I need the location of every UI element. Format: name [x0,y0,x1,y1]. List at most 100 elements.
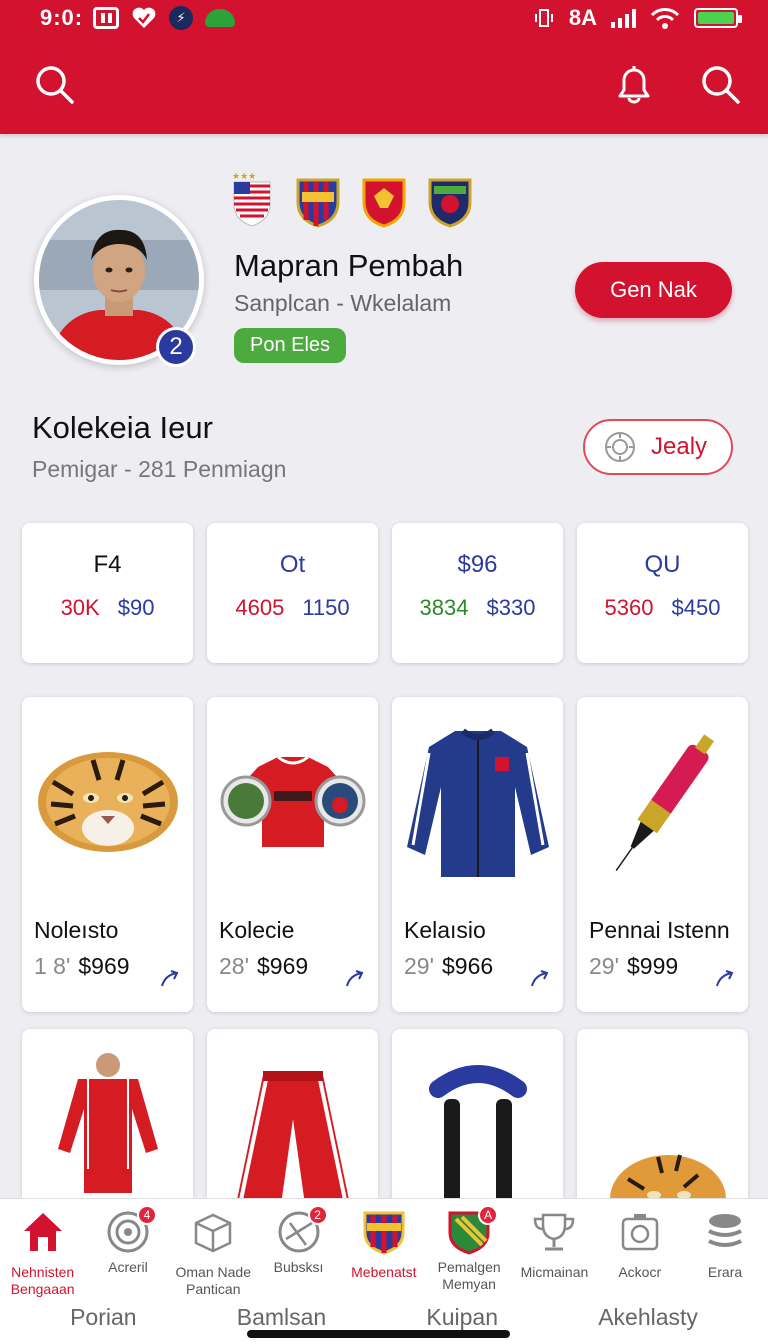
tab-label: Pemalgen Memyan [437,1259,501,1292]
tab-label: Bubsksı [273,1259,324,1275]
stat-title: F4 [93,551,122,578]
stat-value-b: 1150 [302,595,350,620]
stat-value-b: $90 [117,595,155,620]
crest-icon [363,1211,405,1255]
stat-value-a: 4605 [235,595,285,620]
tab-label: Erara [707,1264,743,1280]
stat-card[interactable]: Ot 4605 1150 [207,523,378,663]
bolt-icon: ⚡ [169,6,194,30]
carrier-label: 8A [568,5,597,30]
status-time: 9:0: [40,5,84,30]
club-crest-red-icon [362,178,406,228]
tab-label: Ackocr [618,1264,662,1280]
product-name: Kelaısio [404,917,486,943]
level-badge: 2 [156,327,196,367]
tab-shield[interactable]: A Pemalgen Memyan [426,1199,511,1298]
svg-text:★★★: ★★★ [232,172,256,182]
product-price: $966 [441,953,494,979]
stat-value-a: 5360 [604,595,654,620]
section-link[interactable]: Bamlsan [237,1304,326,1331]
share-arrow-icon[interactable] [529,967,551,989]
section-link[interactable]: Akehlasty [598,1304,698,1331]
product-card[interactable]: Noleısto 1 8' $969 [22,697,193,1012]
pen-icon [615,734,714,871]
stat-value-b: $450 [671,595,721,620]
top-app-bar: 9:0: ⚡ 8A [0,0,768,134]
trophy-icon [534,1213,575,1251]
stat-card[interactable]: QU 5360 $450 [577,523,748,663]
follow-button[interactable]: Gen Nak [575,262,732,318]
red-jersey-icon [220,755,365,847]
club-crest-navy-icon [428,178,472,228]
product-grid: Noleısto 1 8' $969 Kolecie 28' $969 Kela… [22,697,748,1012]
battery-icon [694,8,742,28]
filter-button[interactable]: Jealy [583,419,733,475]
collection-subtitle: Pemigar - 281 Penmiagn [32,456,287,482]
section-link[interactable]: Porian [70,1304,136,1331]
product-price: $969 [256,953,309,979]
collection-title: Kolekeia Ieur [32,410,213,445]
share-arrow-icon[interactable] [159,967,181,989]
product-price: $999 [626,953,679,979]
tiger-head-icon [609,1154,726,1219]
blue-jacket-icon [406,728,549,877]
tab-home[interactable]: Nehnisten Bengaaan [0,1199,85,1298]
product-qty: 29' [404,953,434,979]
tab-stack[interactable]: Erara [682,1199,767,1298]
product-card[interactable]: Kolecie 28' $969 [207,697,378,1012]
usa-flag-crest-icon: ★★★ [232,172,271,227]
product-qty: 28' [219,953,249,979]
section-link[interactable]: Kuipan [426,1304,498,1331]
home-indicator[interactable] [247,1330,510,1338]
tab-label: Nehnisten Bengaaan [10,1264,75,1297]
tab-target[interactable]: 4 Acreril [85,1199,170,1298]
bottom-navigation: Nehnisten Bengaaan 4 Acreril Oman Nade P… [0,1198,768,1344]
stats-row: F4 30K $90 Ot 4605 1150 $96 3834 $330 QU 53… [22,523,748,663]
product-card[interactable]: Pennai Istenn 29' $999 [577,697,748,1012]
vibrate-icon [534,9,553,27]
club-crests: ★★★ [228,170,474,228]
share-arrow-icon[interactable] [344,967,366,989]
stat-title: $96 [457,551,498,578]
tab-trophy[interactable]: Micmainan [512,1199,597,1298]
tab-label: Acreril [108,1259,148,1275]
bell-icon[interactable] [612,62,656,106]
tab-crest[interactable]: Mebenatst [341,1199,426,1298]
stat-card[interactable]: $96 3834 $330 [392,523,563,663]
signal-icon [611,8,636,28]
product-name: Pennai Istenn [589,917,730,943]
product-card[interactable]: Kelaısio 29' $966 [392,697,563,1012]
red-kit-icon [57,1053,158,1193]
notification-badge: 4 [136,1205,157,1225]
stat-value-a: 30K [60,595,100,620]
filter-button-label: Jealy [651,433,708,460]
box-icon [194,1213,232,1253]
notification-badge: A [478,1205,499,1225]
tab-ball[interactable]: 2 Bubsksı [256,1199,341,1298]
heart-check-icon [132,7,156,28]
red-pants-icon [232,1071,353,1219]
app-notification-icon [93,7,120,29]
stat-title: Ot [279,551,306,578]
tab-label: Oman Nade Pantican [175,1264,251,1297]
handle-bar-icon [428,1065,527,1219]
camera-icon [621,1214,658,1251]
search-icon[interactable] [32,62,76,106]
wifi-icon [650,8,680,29]
stat-card[interactable]: F4 30K $90 [22,523,193,663]
profile-tag: Pon Eles [234,328,347,363]
search-icon-right[interactable] [698,62,742,106]
product-name: Kolecie [219,917,295,943]
cap-icon [205,9,236,27]
tiger-rug-icon [37,752,178,852]
product-qty: 1 8' [34,953,71,979]
share-arrow-icon[interactable] [714,967,736,989]
bottom-section-labels: Porian Bamlsan Kuipan Akehlasty [0,1304,768,1331]
product-name: Noleısto [34,917,119,943]
stat-value-a: 3834 [419,595,469,620]
status-bar: 9:0: ⚡ 8A [0,0,768,36]
tab-camera[interactable]: Ackocr [597,1199,682,1298]
tab-box[interactable]: Oman Nade Pantican [171,1199,256,1298]
stat-value-b: $330 [486,595,536,620]
stack-icon [708,1214,742,1247]
